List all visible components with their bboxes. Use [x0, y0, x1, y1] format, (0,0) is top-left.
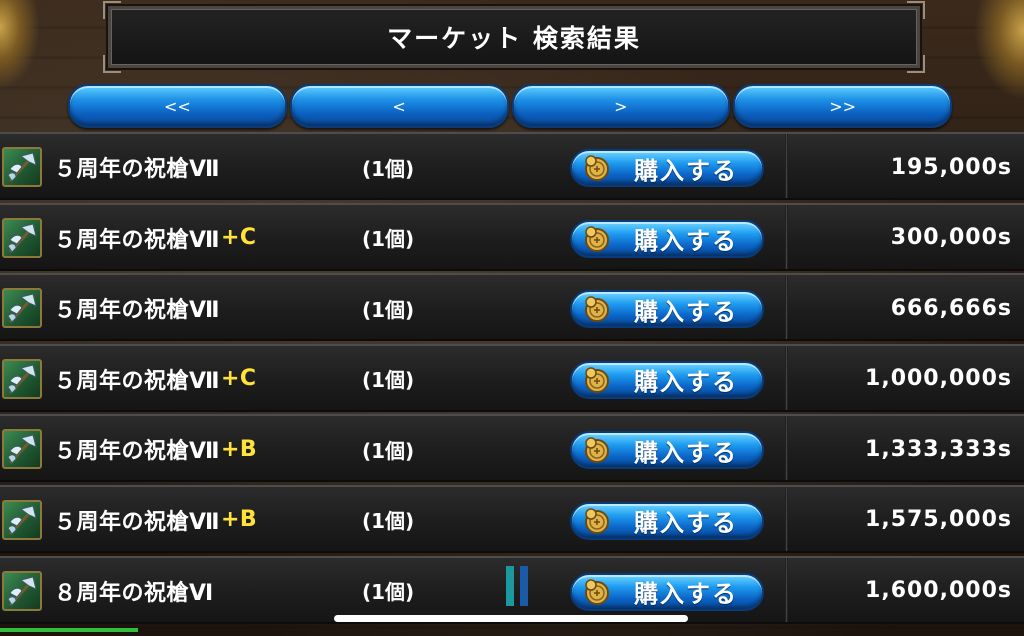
buy-button-label: 購入する — [634, 227, 738, 256]
item-quantity: (1個) — [362, 580, 415, 605]
buy-button[interactable]: 購入する — [570, 572, 764, 611]
coin-icon — [582, 224, 612, 254]
coin-icon — [582, 506, 612, 536]
coin-icon — [582, 577, 612, 607]
banner-corner — [103, 55, 121, 73]
item-name-text: ５周年の祝槍Ⅶ — [54, 157, 220, 182]
scroll-marker-bar — [506, 565, 514, 606]
spear-axe-icon — [2, 217, 42, 258]
item-price: 1,000,000s — [865, 366, 1012, 392]
buy-button[interactable]: 購入する — [570, 149, 764, 187]
item-name-text: ８周年の祝槍Ⅵ — [54, 580, 214, 606]
buy-button-label: 購入する — [634, 580, 738, 609]
buy-button[interactable]: 購入する — [570, 219, 764, 258]
scroll-marker-bar — [520, 565, 528, 606]
item-suffix: +B — [221, 507, 258, 533]
next-page-button[interactable]: > — [511, 84, 731, 128]
spear-axe-icon — [2, 358, 42, 399]
list-item: ８周年の祝槍Ⅵ (1個) 購入する 1,600,000s — [0, 555, 1024, 624]
coin-icon — [582, 153, 612, 183]
buy-button[interactable]: 購入する — [570, 501, 764, 540]
list-item: ５周年の祝槍Ⅶ +B (1個) 購入する 1,575,000s — [0, 484, 1024, 553]
item-price: 300,000s — [890, 225, 1012, 251]
item-name: ５周年の祝槍Ⅶ +C — [54, 346, 257, 412]
result-list: ５周年の祝槍Ⅶ (1個) 購入する 195,000s ５周年の祝槍Ⅶ +C (1… — [0, 132, 1024, 626]
title-banner: マーケット 検索結果 — [103, 1, 925, 73]
item-quantity: (1個) — [362, 368, 415, 393]
column-divider — [785, 345, 788, 410]
item-name: ５周年の祝槍Ⅶ +C — [54, 205, 257, 271]
item-suffix: +C — [221, 366, 257, 392]
list-item: ５周年の祝槍Ⅶ +C (1個) 購入する 1,000,000s — [0, 343, 1024, 412]
item-name-text: ５周年の祝槍Ⅶ — [54, 509, 220, 535]
spear-axe-icon — [2, 499, 42, 540]
list-item: ５周年の祝槍Ⅶ +B (1個) 購入する 1,333,333s — [0, 414, 1024, 483]
ornament-left — [0, 0, 40, 90]
banner-corner — [907, 55, 925, 73]
item-suffix: +C — [221, 225, 257, 251]
list-item: ５周年の祝槍Ⅶ (1個) 購入する 195,000s — [0, 132, 1024, 200]
item-quantity: (1個) — [362, 227, 415, 252]
spear-axe-icon — [2, 429, 42, 470]
buy-button-label: 購入する — [634, 368, 738, 397]
item-name-text: ５周年の祝槍Ⅶ — [54, 298, 220, 324]
item-name: ８周年の祝槍Ⅵ — [54, 558, 215, 624]
buy-button-label: 購入する — [634, 156, 738, 185]
column-divider — [785, 204, 788, 269]
item-name: ５周年の祝槍Ⅶ +B — [54, 487, 257, 553]
buy-button[interactable]: 購入する — [570, 431, 764, 470]
item-name: ５周年の祝槍Ⅶ — [54, 275, 221, 341]
item-name: ５周年の祝槍Ⅶ +B — [54, 416, 257, 482]
coin-icon — [582, 435, 612, 465]
buy-button[interactable]: 購入する — [570, 290, 764, 329]
banner-corner — [103, 1, 121, 19]
first-page-button[interactable]: << — [68, 84, 287, 128]
item-name-text: ５周年の祝槍Ⅶ — [54, 368, 220, 394]
item-name-text: ５周年の祝槍Ⅶ — [54, 227, 220, 253]
column-divider — [785, 416, 788, 481]
item-suffix: +B — [221, 436, 258, 462]
item-name-text: ５周年の祝槍Ⅶ — [54, 439, 220, 465]
item-price: 1,333,333s — [865, 436, 1012, 462]
pagination: << < > >> — [68, 84, 952, 128]
item-price: 195,000s — [890, 154, 1012, 180]
item-price: 1,600,000s — [865, 578, 1012, 604]
column-divider — [785, 486, 788, 551]
coin-icon — [582, 365, 612, 395]
column-divider — [785, 557, 788, 622]
column-divider — [785, 134, 788, 198]
item-quantity: (1個) — [362, 438, 415, 463]
home-indicator[interactable] — [334, 615, 688, 622]
item-price: 666,666s — [890, 295, 1012, 321]
column-divider — [785, 275, 788, 340]
item-price: 1,575,000s — [865, 507, 1012, 533]
item-quantity: (1個) — [362, 156, 415, 181]
list-item: ５周年の祝槍Ⅶ +C (1個) 購入する 300,000s — [0, 202, 1024, 271]
progress-strip — [0, 628, 138, 632]
spear-axe-icon — [2, 288, 42, 329]
buy-button-label: 購入する — [634, 438, 738, 467]
buy-button[interactable]: 購入する — [570, 360, 764, 399]
item-quantity: (1個) — [362, 509, 415, 534]
prev-page-button[interactable]: < — [289, 84, 509, 128]
item-quantity: (1個) — [362, 297, 415, 322]
buy-button-label: 購入する — [634, 509, 738, 538]
list-item: ５周年の祝槍Ⅶ (1個) 購入する 666,666s — [0, 273, 1024, 342]
ornament-right — [974, 0, 1024, 100]
spear-axe-icon — [2, 570, 42, 611]
page-title: マーケット 検索結果 — [387, 24, 641, 53]
market-screen: マーケット 検索結果 << < > >> ５周年の祝槍Ⅶ (1個) 購入する 1… — [0, 0, 1024, 636]
buy-button-label: 購入する — [634, 297, 738, 326]
scroll-marker — [506, 565, 530, 606]
spear-axe-icon — [2, 147, 42, 187]
item-name: ５周年の祝槍Ⅶ — [54, 134, 221, 200]
coin-icon — [582, 294, 612, 324]
banner-corner — [907, 1, 925, 19]
last-page-button[interactable]: >> — [733, 84, 952, 128]
